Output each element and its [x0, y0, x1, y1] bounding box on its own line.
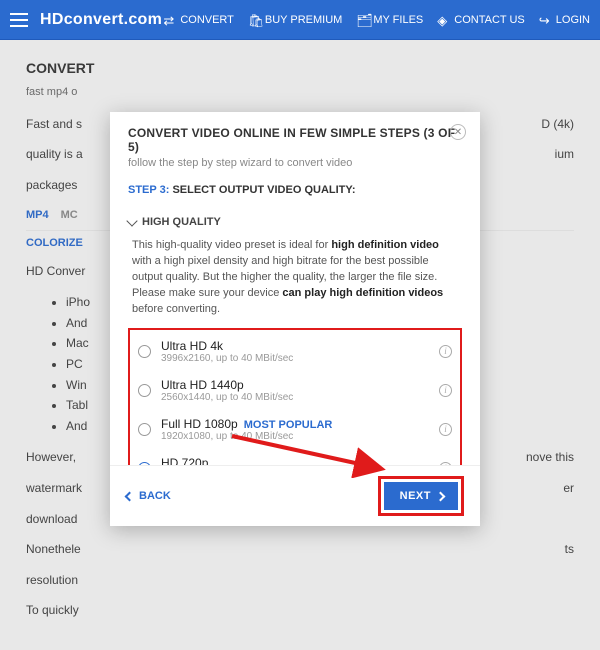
modal-title: CONVERT VIDEO ONLINE IN FEW SIMPLE STEPS… — [128, 126, 462, 154]
modal-overlay: CONVERT VIDEO ONLINE IN FEW SIMPLE STEPS… — [0, 40, 600, 528]
nav-buy-premium[interactable]: 🛍 BUY PREMIUM — [248, 13, 342, 26]
modal-header: CONVERT VIDEO ONLINE IN FEW SIMPLE STEPS… — [110, 112, 480, 177]
nav-login-label: LOGIN — [556, 14, 590, 26]
next-button-highlight: NEXT — [378, 476, 464, 516]
option-name: Ultra HD 4k — [161, 339, 223, 353]
chevron-left-icon — [125, 491, 135, 501]
info-icon[interactable]: i — [439, 345, 452, 358]
radio-icon — [138, 423, 151, 436]
option-hd-720p[interactable]: HD 720p 1280x720, up to 10 MBit/sec i — [130, 449, 460, 465]
option-ultra-hd-4k[interactable]: Ultra HD 4k 3996x2160, up to 40 MBit/sec… — [130, 332, 460, 371]
nav-login[interactable]: ↪ LOGIN — [539, 13, 590, 26]
quality-options-group: Ultra HD 4k 3996x2160, up to 40 MBit/sec… — [128, 328, 462, 465]
option-spec: 1920x1080, up to 40 MBit/sec — [161, 431, 429, 442]
modal-body: STEP 3: SELECT OUTPUT VIDEO QUALITY: HIG… — [110, 177, 480, 465]
nav-files-label: MY FILES — [373, 14, 423, 26]
top-nav: ⇄ CONVERT 🛍 BUY PREMIUM 🗂 MY FILES ◈ CONTACT… — [163, 13, 590, 26]
bag-icon: 🛍 — [248, 13, 261, 26]
chevron-down-icon — [126, 215, 137, 226]
option-spec: 2560x1440, up to 40 MBit/sec — [161, 392, 429, 403]
step-text: SELECT OUTPUT VIDEO QUALITY: — [172, 184, 355, 196]
info-icon[interactable]: i — [439, 462, 452, 465]
folder-icon: 🗂 — [356, 13, 369, 26]
radio-icon — [138, 345, 151, 358]
section-label: HIGH QUALITY — [142, 216, 221, 228]
info-icon[interactable]: i — [439, 384, 452, 397]
nav-convert-label: CONVERT — [180, 14, 234, 26]
hamburger-menu-icon[interactable] — [10, 13, 28, 27]
page-para: resolution — [26, 571, 574, 590]
nav-contact-label: CONTACT US — [454, 14, 525, 26]
back-label: BACK — [139, 490, 171, 502]
chevron-right-icon — [436, 491, 446, 501]
radio-icon — [138, 384, 151, 397]
option-name: Full HD 1080p — [161, 417, 238, 431]
close-icon[interactable]: ✕ — [450, 124, 466, 140]
modal-footer: BACK NEXT — [110, 465, 480, 526]
next-label: NEXT — [400, 490, 431, 502]
step-heading: STEP 3: SELECT OUTPUT VIDEO QUALITY: — [128, 184, 462, 196]
most-popular-badge: MOST POPULAR — [244, 419, 333, 431]
help-icon: ◈ — [437, 13, 450, 26]
next-button[interactable]: NEXT — [384, 482, 458, 510]
convert-wizard-modal: CONVERT VIDEO ONLINE IN FEW SIMPLE STEPS… — [110, 112, 480, 526]
radio-selected-icon — [138, 462, 151, 465]
option-full-hd-1080p[interactable]: Full HD 1080p MOST POPULAR 1920x1080, up … — [130, 410, 460, 449]
option-name: Ultra HD 1440p — [161, 378, 244, 392]
section-description: This high-quality video preset is ideal … — [132, 238, 458, 318]
login-icon: ↪ — [539, 13, 552, 26]
modal-subtitle: follow the step by step wizard to conver… — [128, 157, 462, 169]
info-icon[interactable]: i — [439, 423, 452, 436]
step-number: STEP 3: — [128, 184, 169, 196]
option-spec: 3996x2160, up to 40 MBit/sec — [161, 353, 429, 364]
option-name: HD 720p — [161, 456, 208, 465]
option-ultra-hd-1440p[interactable]: Ultra HD 1440p 2560x1440, up to 40 MBit/… — [130, 371, 460, 410]
app-header: HDconvert.com ⇄ CONVERT 🛍 BUY PREMIUM 🗂 MY … — [0, 0, 600, 40]
nav-convert[interactable]: ⇄ CONVERT — [163, 13, 234, 26]
nav-contact[interactable]: ◈ CONTACT US — [437, 13, 525, 26]
nav-my-files[interactable]: 🗂 MY FILES — [356, 13, 423, 26]
page-para: Nonethelets — [26, 540, 574, 559]
page-para: To quickly — [26, 601, 574, 620]
back-button[interactable]: BACK — [126, 490, 171, 502]
swap-icon: ⇄ — [163, 13, 176, 26]
nav-buy-label: BUY PREMIUM — [265, 14, 342, 26]
section-high-quality[interactable]: HIGH QUALITY — [128, 210, 462, 234]
brand-logo[interactable]: HDconvert.com — [40, 11, 162, 29]
